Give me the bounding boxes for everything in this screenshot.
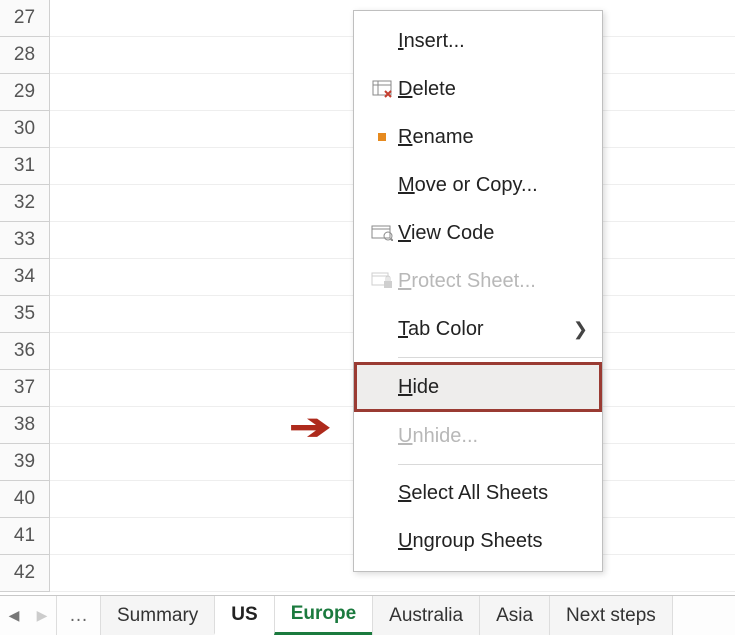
row-header[interactable]: 32 [0, 185, 50, 222]
tab-nav-prev[interactable]: ◀ [0, 596, 28, 635]
sheet-tab-australia[interactable]: Australia [372, 596, 479, 635]
row-header[interactable]: 29 [0, 74, 50, 111]
row-header[interactable]: 37 [0, 370, 50, 407]
menu-protect-sheet: Protect Sheet... [354, 257, 602, 305]
menu-separator [398, 357, 602, 358]
sheet-tab-summary[interactable]: Summary [100, 596, 214, 635]
menu-ungroup-sheets[interactable]: Ungroup Sheets [354, 517, 602, 565]
menu-unhide: Unhide... [354, 412, 602, 460]
view-code-icon [366, 225, 398, 241]
sheet-tab-europe[interactable]: Europe [274, 596, 372, 635]
menu-label: View Code [398, 222, 588, 245]
row-header-column: 27282930313233343536373839404142 [0, 0, 50, 592]
menu-move-or-copy[interactable]: Move or Copy... [354, 161, 602, 209]
menu-rename[interactable]: Rename [354, 113, 602, 161]
protect-sheet-icon [366, 272, 398, 290]
row-header[interactable]: 33 [0, 222, 50, 259]
row-header[interactable]: 40 [0, 481, 50, 518]
menu-label: Delete [398, 78, 588, 101]
delete-icon [366, 80, 398, 98]
menu-tab-color[interactable]: Tab Color ❯ [354, 305, 602, 353]
menu-delete[interactable]: Delete [354, 65, 602, 113]
row-header[interactable]: 41 [0, 518, 50, 555]
menu-label: Hide [398, 376, 588, 399]
menu-label: Ungroup Sheets [398, 530, 588, 553]
sheet-tab-next-steps[interactable]: Next steps [549, 596, 673, 635]
annotation-arrow-icon: ➔ [289, 406, 331, 448]
menu-insert[interactable]: Insert... [354, 17, 602, 65]
row-header[interactable]: 27 [0, 0, 50, 37]
menu-label: Unhide... [398, 425, 588, 448]
sheet-tab-bar: ◀ ▶ … Summary US Europe Australia Asia N… [0, 595, 735, 635]
submenu-arrow-icon: ❯ [573, 319, 588, 340]
menu-label: Rename [398, 126, 588, 149]
menu-label: Protect Sheet... [398, 270, 588, 293]
menu-label: Move or Copy... [398, 174, 588, 197]
menu-label: Insert... [398, 30, 588, 53]
sheet-tab-asia[interactable]: Asia [479, 596, 549, 635]
row-header[interactable]: 35 [0, 296, 50, 333]
tab-overflow[interactable]: … [56, 596, 100, 635]
row-header[interactable]: 38 [0, 407, 50, 444]
menu-hide[interactable]: Hide [354, 362, 602, 412]
row-header[interactable]: 28 [0, 37, 50, 74]
row-header[interactable]: 36 [0, 333, 50, 370]
menu-label: Tab Color [398, 318, 573, 341]
tab-nav-next[interactable]: ▶ [28, 596, 56, 635]
row-header[interactable]: 39 [0, 444, 50, 481]
menu-label: Select All Sheets [398, 482, 588, 505]
menu-separator [398, 464, 602, 465]
row-header[interactable]: 30 [0, 111, 50, 148]
row-header[interactable]: 31 [0, 148, 50, 185]
rename-icon [366, 130, 398, 144]
menu-select-all-sheets[interactable]: Select All Sheets [354, 469, 602, 517]
row-header[interactable]: 42 [0, 555, 50, 592]
sheet-tab-us[interactable]: US [214, 596, 273, 635]
row-header[interactable]: 34 [0, 259, 50, 296]
sheet-context-menu: Insert... Delete Rename Move or Copy... … [353, 10, 603, 572]
menu-view-code[interactable]: View Code [354, 209, 602, 257]
